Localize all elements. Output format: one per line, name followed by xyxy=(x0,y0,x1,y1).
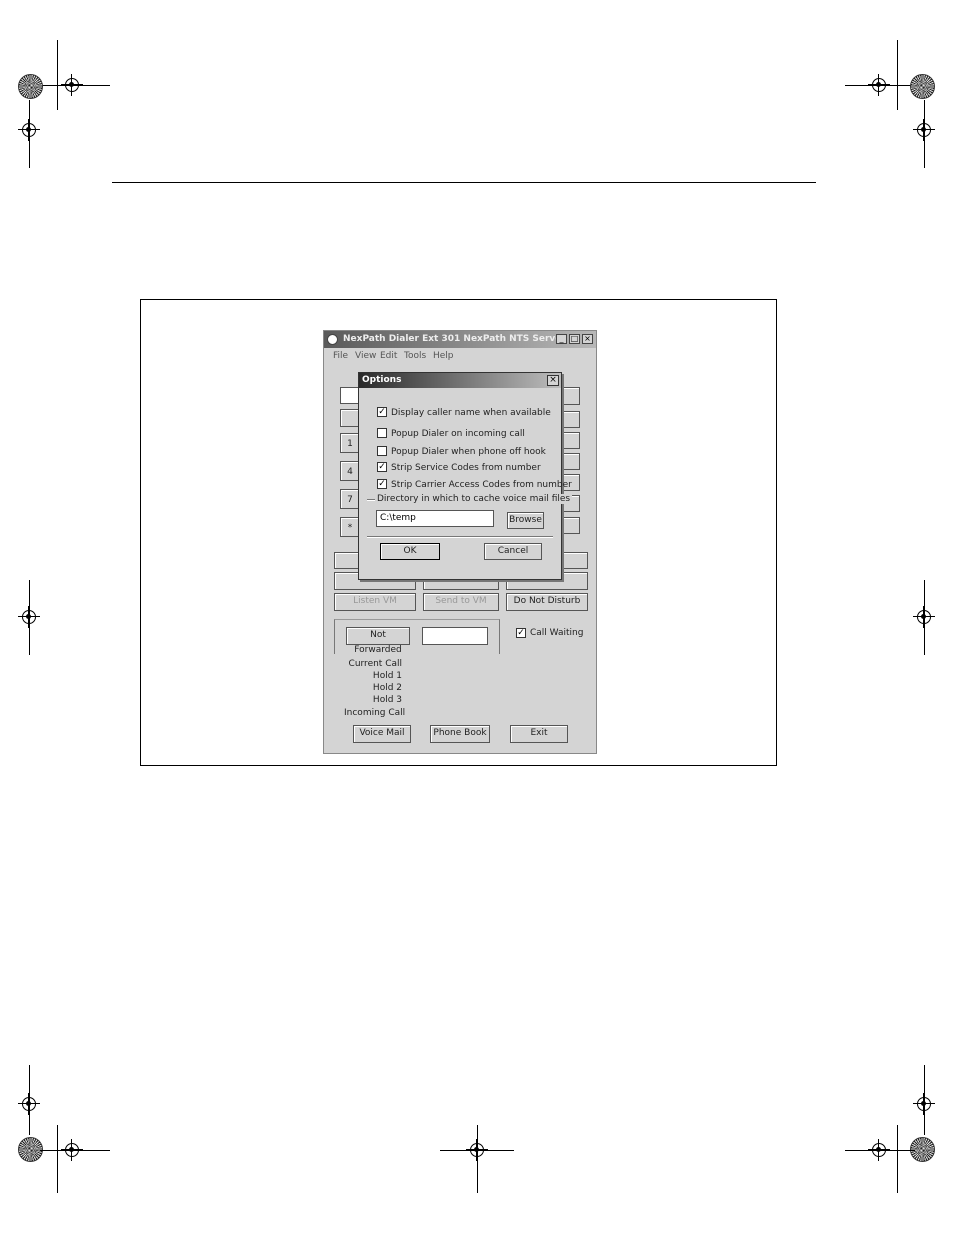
voice-mail-button[interactable]: Voice Mail xyxy=(353,725,411,743)
registration-mark-icon xyxy=(868,1139,890,1161)
window-title-bar[interactable]: NexPath Dialer Ext 301 NexPath NTS Serve… xyxy=(324,331,596,348)
call-waiting-label: Call Waiting xyxy=(530,628,584,638)
directory-input[interactable]: C:\temp xyxy=(376,510,494,527)
close-icon[interactable]: × xyxy=(582,334,593,344)
browse-button[interactable]: Browse xyxy=(507,512,544,529)
option-checkbox-popup-incoming[interactable] xyxy=(377,428,387,438)
side-button[interactable] xyxy=(562,453,580,470)
keypad-key-4[interactable]: 4 xyxy=(340,461,360,481)
call-waiting-checkbox[interactable]: ✓ xyxy=(516,628,526,638)
phone-book-button[interactable]: Phone Book xyxy=(430,725,490,743)
side-button[interactable] xyxy=(562,432,580,449)
side-button[interactable] xyxy=(562,387,580,405)
window-title: NexPath Dialer Ext 301 NexPath NTS Serve… xyxy=(343,334,566,344)
menu-edit[interactable]: Edit xyxy=(380,351,397,361)
option-label: Popup Dialer on incoming call xyxy=(391,429,525,439)
directory-group-label: Directory in which to cache voice mail f… xyxy=(375,494,573,504)
maximize-icon[interactable]: □ xyxy=(569,334,580,344)
line-hold-2: Hold 2 xyxy=(372,683,402,693)
app-icon xyxy=(327,334,338,345)
minimize-icon[interactable]: _ xyxy=(556,334,567,344)
dialog-title-bar[interactable]: Options × xyxy=(359,373,561,388)
send-to-vm-button[interactable]: Send to VM xyxy=(423,593,499,611)
dialog-title: Options xyxy=(362,375,402,385)
registration-mark-icon xyxy=(61,74,83,96)
registration-mark-icon xyxy=(18,119,40,141)
color-bar-icon xyxy=(910,74,935,99)
registration-mark-icon xyxy=(466,1139,488,1161)
option-checkbox-display-caller-name[interactable]: ✓ xyxy=(377,407,387,417)
keypad-button[interactable] xyxy=(340,409,360,427)
ok-button[interactable]: OK xyxy=(380,543,440,560)
keypad-key-7[interactable]: 7 xyxy=(340,489,360,509)
line-hold-3: Hold 3 xyxy=(372,695,402,705)
line-incoming-call: Incoming Call xyxy=(344,708,406,718)
registration-mark-icon xyxy=(913,1093,935,1115)
registration-mark-icon xyxy=(18,1093,40,1115)
option-checkbox-strip-service-codes[interactable]: ✓ xyxy=(377,462,387,472)
option-label: Strip Carrier Access Codes from number xyxy=(391,480,572,490)
registration-mark-icon xyxy=(18,606,40,628)
keypad-key-star[interactable]: * xyxy=(340,517,360,537)
header-rule xyxy=(112,182,816,183)
options-dialog: Options × ✓ Display caller name when ava… xyxy=(358,372,573,580)
keypad-key-1[interactable]: 1 xyxy=(340,433,360,453)
registration-mark-icon xyxy=(913,119,935,141)
option-checkbox-popup-off-hook[interactable] xyxy=(377,446,387,456)
listen-vm-button[interactable]: Listen VM xyxy=(334,593,416,611)
option-label: Display caller name when available xyxy=(391,408,551,418)
line-current-call: Current Call xyxy=(348,659,402,669)
option-checkbox-strip-carrier-codes[interactable]: ✓ xyxy=(377,479,387,489)
not-forwarded-button[interactable]: Not Forwarded xyxy=(346,627,410,655)
side-button[interactable] xyxy=(562,411,580,428)
option-label: Strip Service Codes from number xyxy=(391,463,541,473)
do-not-disturb-button[interactable]: Do Not Disturb xyxy=(506,593,588,611)
cancel-button[interactable]: Cancel xyxy=(484,543,542,560)
registration-mark-icon xyxy=(61,1139,83,1161)
side-button[interactable] xyxy=(562,517,580,534)
option-label: Popup Dialer when phone off hook xyxy=(391,447,546,457)
exit-button[interactable]: Exit xyxy=(510,725,568,743)
menu-tools[interactable]: Tools xyxy=(404,351,426,361)
registration-mark-icon xyxy=(913,606,935,628)
color-bar-icon xyxy=(18,74,43,99)
menu-help[interactable]: Help xyxy=(433,351,454,361)
forward-number-input[interactable] xyxy=(422,627,488,645)
menu-view[interactable]: View xyxy=(355,351,376,361)
menu-file[interactable]: File xyxy=(333,351,348,361)
menu-bar: File View Edit Tools Help xyxy=(324,349,596,363)
line-hold-1: Hold 1 xyxy=(372,671,402,681)
close-icon[interactable]: × xyxy=(547,375,559,386)
group-divider xyxy=(367,536,553,538)
registration-mark-icon xyxy=(868,74,890,96)
